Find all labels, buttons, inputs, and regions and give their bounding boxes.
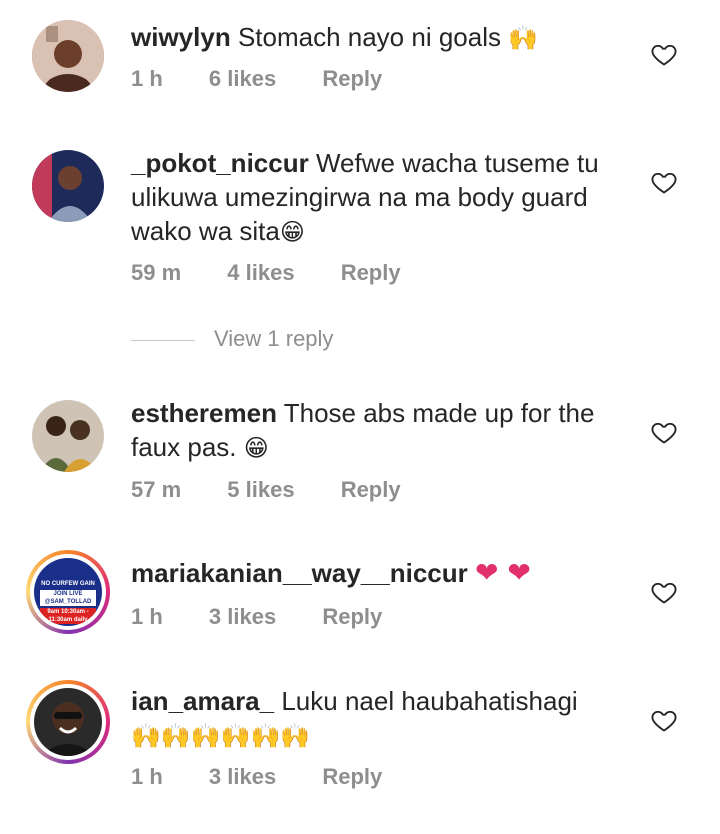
likes-count[interactable]: 4 likes <box>227 260 294 285</box>
heart-outline-icon[interactable] <box>650 40 678 68</box>
avatar[interactable] <box>32 150 104 222</box>
reply-button[interactable]: Reply <box>322 66 382 91</box>
likes-count[interactable]: 5 likes <box>227 477 294 502</box>
avatar-image <box>32 20 104 92</box>
username[interactable]: ian_amara_ <box>131 686 274 716</box>
comment-meta: 1 h 3 likes Reply <box>131 604 422 630</box>
heart-outline-icon[interactable] <box>650 418 678 446</box>
heart-outline-icon[interactable] <box>650 168 678 196</box>
emoji: 🙌🙌🙌🙌🙌🙌 <box>131 722 311 750</box>
comment-meta: 1 h 3 likes Reply <box>131 764 422 790</box>
reply-button[interactable]: Reply <box>322 764 382 789</box>
emoji: 🙌 <box>508 24 539 52</box>
comment-text: ian_amara_ Luku nael haubahatishagi 🙌🙌🙌🙌… <box>131 684 621 753</box>
comment-text: _pokot_niccur Wefwe wacha tuseme tu ulik… <box>131 146 601 249</box>
avatar-story-ring[interactable]: NO CURFEW GAIN JOIN LIVE @SAM_TOLLAD 9am… <box>26 550 110 634</box>
avatar[interactable] <box>32 400 104 472</box>
divider <box>131 340 195 341</box>
comment-meta: 59 m 4 likes Reply <box>131 260 441 286</box>
heart-outline-icon[interactable] <box>650 706 678 734</box>
comment-time: 1 h <box>131 66 163 91</box>
avatar-image <box>32 400 104 472</box>
comment-body: Stomach nayo ni goals <box>237 22 501 52</box>
reply-button[interactable]: Reply <box>341 477 401 502</box>
comment-text: wiwylyn Stomach nayo ni goals 🙌 <box>131 20 631 55</box>
emoji: 😁 <box>279 218 305 246</box>
avatar-story-ring[interactable] <box>26 680 110 764</box>
avatar-image: NO CURFEW GAIN JOIN LIVE @SAM_TOLLAD 9am… <box>34 558 102 626</box>
likes-count[interactable]: 6 likes <box>209 66 276 91</box>
comment-time: 57 m <box>131 477 182 502</box>
avatar-image <box>32 150 104 222</box>
view-replies-label[interactable]: View 1 reply <box>214 326 333 352</box>
comment-time: 59 m <box>131 260 182 285</box>
reply-button[interactable]: Reply <box>341 260 401 285</box>
heart-outline-icon[interactable] <box>650 578 678 606</box>
comment-meta: 1 h 6 likes Reply <box>131 66 422 92</box>
comment-time: 1 h <box>131 764 163 789</box>
emoji: 😁 <box>243 434 269 462</box>
avatar-text: NO CURFEW GAIN JOIN LIVE @SAM_TOLLAD 9am… <box>40 581 96 624</box>
username[interactable]: _pokot_niccur <box>131 148 309 178</box>
username[interactable]: mariakanian__way__niccur <box>131 558 468 588</box>
comment-body: Luku nael haubahatishagi <box>281 686 578 716</box>
comment-meta: 57 m 5 likes Reply <box>131 477 441 503</box>
likes-count[interactable]: 3 likes <box>209 604 276 629</box>
username[interactable]: wiwylyn <box>131 22 231 52</box>
likes-count[interactable]: 3 likes <box>209 764 276 789</box>
comment-text: mariakanian__way__niccur ❤ ❤ <box>131 556 631 590</box>
comment-time: 1 h <box>131 604 163 629</box>
reply-button[interactable]: Reply <box>322 604 382 629</box>
heart-emoji: ❤ ❤ <box>475 556 531 589</box>
username[interactable]: estheremen <box>131 398 277 428</box>
avatar[interactable] <box>32 20 104 92</box>
avatar-image <box>34 688 102 756</box>
comment-text: estheremen Those abs made up for the fau… <box>131 396 631 465</box>
